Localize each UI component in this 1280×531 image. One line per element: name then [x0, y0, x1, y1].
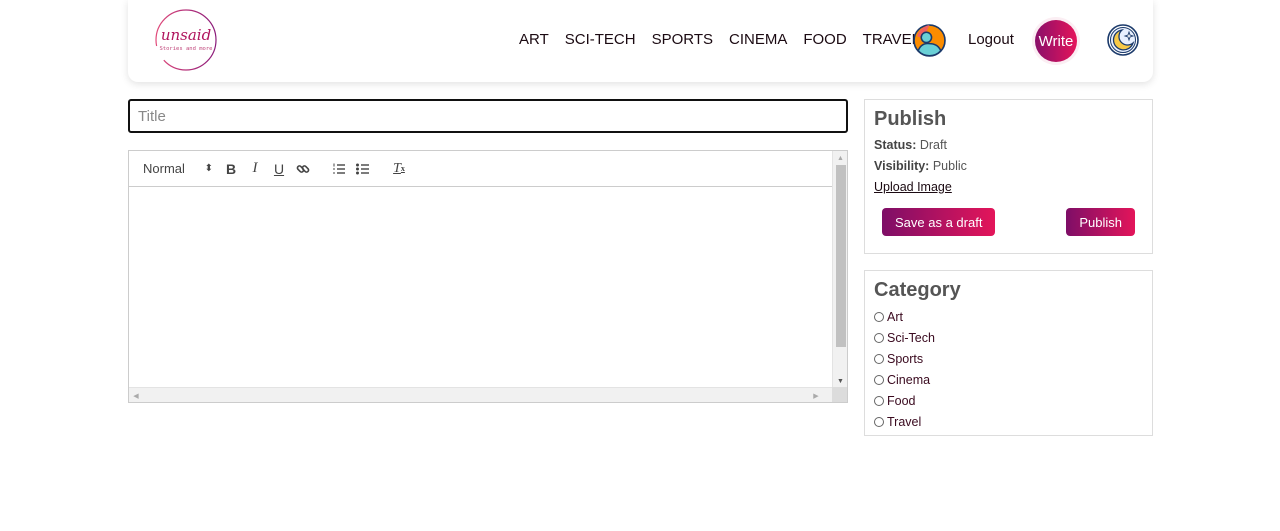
select-arrows-icon: ⬍	[204, 163, 213, 174]
editor-toolbar: Normal ⬍ B I U Tx	[129, 151, 833, 187]
category-label: Sports	[887, 351, 924, 366]
write-button[interactable]: Write	[1035, 20, 1077, 62]
italic-icon[interactable]: I	[243, 157, 267, 181]
user-avatar-icon[interactable]	[913, 24, 946, 57]
upload-image-link[interactable]: Upload Image	[874, 177, 1143, 198]
moon-star-icon[interactable]	[1107, 24, 1139, 56]
editor-body[interactable]	[129, 187, 833, 388]
publish-button[interactable]: Publish	[1066, 208, 1135, 236]
horizontal-scrollbar[interactable]: ◀ ▶	[129, 387, 833, 402]
category-option-sci-tech[interactable]: Sci-Tech	[874, 327, 1143, 348]
scroll-down-arrow-icon[interactable]: ▼	[833, 374, 848, 388]
category-label: Travel	[887, 414, 922, 429]
clear-format-icon[interactable]: Tx	[387, 157, 411, 181]
bullet-list-icon[interactable]	[351, 157, 375, 181]
visibility-label: Visibility:	[874, 159, 930, 173]
nav-link-cinema[interactable]: CINEMA	[729, 31, 787, 48]
vertical-scrollbar[interactable]: ▲ ▼	[832, 151, 847, 388]
title-input[interactable]	[128, 99, 848, 133]
publish-panel: Publish Status: Draft Visibility: Public…	[864, 99, 1153, 254]
radio-button[interactable]	[874, 311, 884, 322]
radio-button[interactable]	[874, 395, 884, 406]
radio-button[interactable]	[874, 353, 884, 364]
nav-link-travel[interactable]: TRAVEL	[863, 31, 920, 48]
radio-button[interactable]	[874, 416, 884, 427]
category-option-food[interactable]: Food	[874, 390, 1143, 411]
save-draft-button[interactable]: Save as a draft	[882, 208, 996, 236]
scrollbar-thumb[interactable]	[836, 165, 846, 347]
category-option-travel[interactable]: Travel	[874, 411, 1143, 432]
nav-link-sci-tech[interactable]: SCI-TECH	[565, 31, 636, 48]
status-label: Status:	[874, 138, 917, 152]
radio-button[interactable]	[874, 332, 884, 343]
category-option-cinema[interactable]: Cinema	[874, 369, 1143, 390]
publish-actions: Save as a draft Publish	[874, 208, 1143, 236]
status-row: Status: Draft	[874, 135, 1143, 156]
link-icon[interactable]	[291, 157, 315, 181]
status-value: Draft	[919, 138, 947, 152]
logout-link[interactable]: Logout	[968, 31, 1014, 48]
category-label: Sci-Tech	[887, 330, 935, 345]
navbar: unsaid Stories and more ART SCI-TECH SPO…	[128, 0, 1153, 82]
category-panel: Category Art Sci-Tech Sports Cinema Food…	[864, 270, 1153, 436]
nav-link-art[interactable]: ART	[519, 31, 549, 48]
format-select[interactable]: Normal ⬍	[143, 161, 219, 176]
underline-icon[interactable]: U	[267, 157, 291, 181]
bold-icon[interactable]: B	[219, 157, 243, 181]
scroll-left-arrow-icon[interactable]: ◀	[129, 388, 143, 403]
category-label: Cinema	[887, 372, 931, 387]
category-option-sports[interactable]: Sports	[874, 348, 1143, 369]
brand-tagline: Stories and more	[160, 46, 213, 52]
brand-name: unsaid	[161, 26, 211, 44]
nav-links: ART SCI-TECH SPORTS CINEMA FOOD TRAVEL	[519, 31, 920, 48]
scrollbar-corner	[832, 387, 847, 402]
scroll-right-arrow-icon[interactable]: ▶	[809, 388, 823, 403]
nav-link-food[interactable]: FOOD	[803, 31, 846, 48]
unsaid-logo[interactable]: unsaid Stories and more	[154, 8, 218, 72]
category-label: Food	[887, 393, 916, 408]
format-select-value: Normal	[143, 161, 185, 176]
category-label: Art	[887, 309, 903, 324]
radio-button[interactable]	[874, 374, 884, 385]
nav-link-sports[interactable]: SPORTS	[652, 31, 713, 48]
publish-heading: Publish	[874, 108, 947, 130]
visibility-row: Visibility: Public	[874, 156, 1143, 177]
ordered-list-icon[interactable]	[327, 157, 351, 181]
visibility-value: Public	[932, 159, 967, 173]
category-option-art[interactable]: Art	[874, 306, 1143, 327]
category-heading: Category	[874, 279, 961, 301]
scroll-up-arrow-icon[interactable]: ▲	[833, 151, 848, 165]
rich-text-editor: Normal ⬍ B I U Tx ▲ ▼ ◀ ▶	[128, 150, 848, 403]
